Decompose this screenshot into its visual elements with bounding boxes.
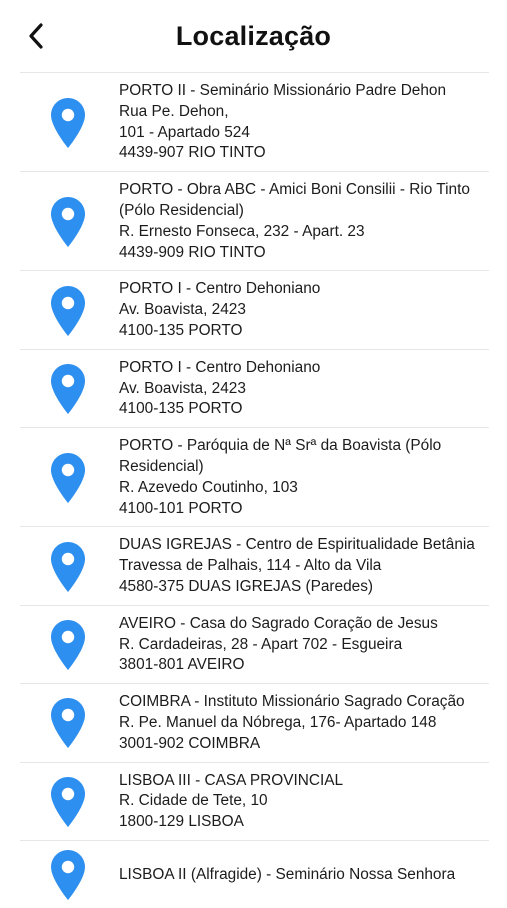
location-address-line: R. Cidade de Tete, 10: [119, 792, 268, 810]
location-list-item[interactable]: PORTO I - Centro Dehoniano Av. Boavista, …: [20, 270, 489, 348]
location-address-line: 4580-375 DUAS IGREJAS (Paredes): [119, 577, 374, 595]
map-pin-icon: [50, 697, 86, 749]
location-name: PORTO I - Centro Dehoniano: [119, 280, 321, 298]
location-address-line: Av. Boavista, 2423: [119, 379, 246, 397]
location-text: DUAS IGREJAS - Centro de Espiritualidade…: [119, 535, 489, 597]
location-list-item[interactable]: AVEIRO - Casa do Sagrado Coração de Jesu…: [20, 604, 489, 683]
location-address-line: 1800-129 LISBOA: [119, 813, 244, 831]
location-name: COIMBRA - Instituto Missionário Sagrado …: [119, 693, 465, 711]
location-address-line: 4100-101 PORTO: [119, 499, 243, 517]
location-text: PORTO I - Centro Dehoniano Av. Boavista, …: [119, 358, 489, 420]
location-address-line: R. Cardadeiras, 28 - Apart 702 - Esgueir…: [119, 635, 403, 653]
location-text: PORTO - Obra ABC - Amici Boni Consilii -…: [119, 180, 489, 263]
map-pin-icon: [50, 541, 86, 593]
location-address-line: 101 - Apartado 524: [119, 123, 250, 141]
location-text: LISBOA III - CASA PROVINCIAL R. Cidade de…: [119, 771, 489, 833]
location-address-line: R. Ernesto Fonseca, 232 - Apart. 23: [119, 222, 365, 240]
location-list-item[interactable]: PORTO II - Seminário Missionário Padre D…: [20, 72, 489, 171]
location-address-line: 4439-907 RIO TINTO: [119, 144, 266, 162]
location-name: AVEIRO - Casa do Sagrado Coração de Jesu…: [119, 614, 438, 632]
location-text: PORTO II - Seminário Missionário Padre D…: [119, 81, 489, 164]
location-address-line: 3001-902 COIMBRA: [119, 734, 261, 752]
location-list-item[interactable]: LISBOA III - CASA PROVINCIAL R. Cidade de…: [20, 761, 489, 840]
location-name: PORTO - Paróquia de Nª Srª da Boavista (…: [119, 437, 442, 475]
location-list-item[interactable]: LISBOA II (Alfragide) - Seminário Nossa …: [20, 839, 489, 908]
location-address-line: Av. Boavista, 2423: [119, 301, 246, 319]
location-list-item[interactable]: PORTO - Obra ABC - Amici Boni Consilii -…: [20, 171, 489, 270]
location-list: PORTO II - Seminário Missionário Padre D…: [0, 72, 507, 908]
location-address-line: Travessa de Palhais, 114 - Alto da Vila: [119, 557, 382, 575]
location-name: PORTO I - Centro Dehoniano: [119, 358, 321, 376]
location-text: PORTO - Paróquia de Nª Srª da Boavista (…: [119, 436, 489, 519]
location-text: COIMBRA - Instituto Missionário Sagrado …: [119, 692, 489, 754]
location-name: LISBOA III - CASA PROVINCIAL: [119, 771, 344, 789]
location-address-line: 4100-135 PORTO: [119, 321, 243, 339]
location-name: PORTO - Obra ABC - Amici Boni Consilii -…: [119, 181, 470, 219]
location-address-line: Rua Pe. Dehon,: [119, 102, 229, 120]
location-list-item[interactable]: COIMBRA - Instituto Missionário Sagrado …: [20, 683, 489, 761]
location-list-item[interactable]: PORTO I - Centro Dehoniano Av. Boavista, …: [20, 348, 489, 427]
location-address-line: R. Pe. Manuel da Nóbrega, 176- Apartado …: [119, 713, 437, 731]
location-name: LISBOA II (Alfragide) - Seminário Nossa …: [119, 865, 456, 883]
location-address-line: R. Azevedo Coutinho, 103: [119, 478, 298, 496]
location-address-line: 4100-135 PORTO: [119, 400, 243, 418]
location-name: PORTO II - Seminário Missionário Padre D…: [119, 82, 447, 99]
navigation-header: Localização: [0, 0, 507, 72]
map-pin-icon: [50, 97, 86, 149]
location-address-line: 4439-909 RIO TINTO: [119, 243, 266, 261]
location-text: AVEIRO - Casa do Sagrado Coração de Jesu…: [119, 614, 489, 676]
map-pin-icon: [50, 776, 86, 828]
location-address-line: 3801-801 AVEIRO: [119, 656, 245, 674]
map-pin-icon: [50, 363, 86, 415]
location-text: LISBOA II (Alfragide) - Seminário Nossa …: [119, 865, 489, 886]
map-pin-icon: [50, 285, 86, 337]
map-pin-icon: [50, 196, 86, 248]
page-title: Localização: [175, 21, 332, 51]
location-list-item[interactable]: PORTO - Paróquia de Nª Srª da Boavista (…: [20, 427, 489, 526]
location-name: DUAS IGREJAS - Centro de Espiritualidade…: [119, 536, 475, 554]
location-text: PORTO I - Centro Dehoniano Av. Boavista, …: [119, 279, 489, 341]
map-pin-icon: [50, 452, 86, 504]
map-pin-icon: [50, 849, 86, 901]
map-pin-icon: [50, 619, 86, 671]
location-list-item[interactable]: DUAS IGREJAS - Centro de Espiritualidade…: [20, 526, 489, 604]
